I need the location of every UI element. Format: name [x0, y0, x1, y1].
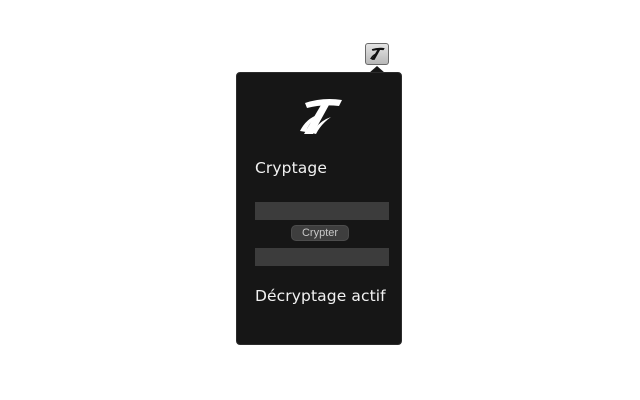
- extension-toolbar-button[interactable]: [365, 43, 389, 65]
- ciphertext-output[interactable]: [255, 248, 389, 266]
- decrypt-status-title: Décryptage actif: [255, 287, 386, 305]
- encrypt-button[interactable]: Crypter: [291, 225, 349, 241]
- browser-viewport: Cryptage Crypter Décryptage actif: [0, 0, 640, 400]
- stylized-t-logo-icon: [370, 47, 385, 60]
- encrypt-section-title: Cryptage: [255, 159, 327, 177]
- stylized-t-logo-icon: [300, 99, 342, 134]
- plaintext-input[interactable]: [255, 202, 389, 220]
- extension-popup: Cryptage Crypter Décryptage actif: [236, 72, 402, 345]
